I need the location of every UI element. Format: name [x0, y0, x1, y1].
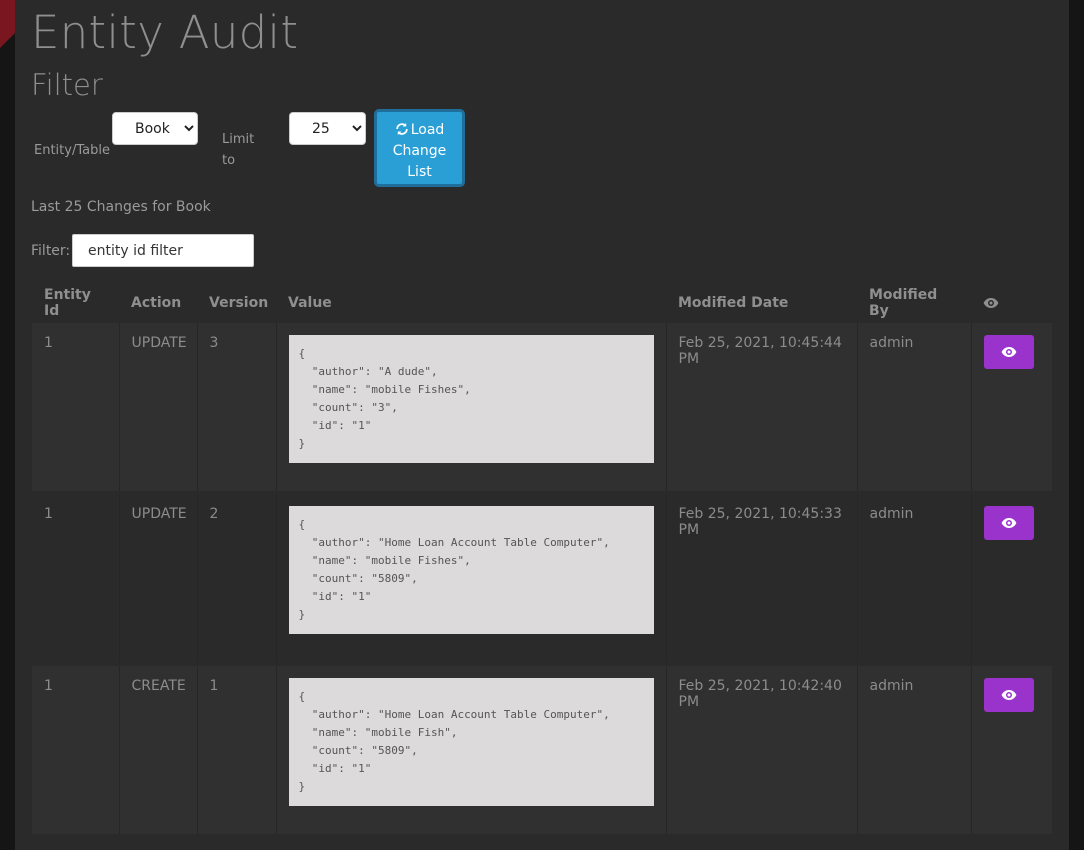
cell-view	[971, 323, 1052, 491]
header-action: Action	[131, 295, 182, 311]
value-json: { "author": "Home Loan Account Table Com…	[288, 506, 654, 634]
eye-icon	[1001, 690, 1016, 700]
header-version: Version	[209, 295, 269, 311]
table-header-row: Entity Id Action Version Value Modified …	[32, 283, 1052, 323]
filter-label: Filter:	[31, 243, 71, 259]
cell-view	[971, 666, 1052, 834]
refresh-icon	[396, 123, 408, 135]
entity-table-label: Entity/Table	[34, 143, 110, 158]
cell-value: { "author": "A dude", "name": "mobile Fi…	[276, 323, 667, 491]
cell-version: 1	[197, 666, 277, 834]
cell-modified-by: admin	[857, 323, 972, 491]
cell-modified-date: Feb 25, 2021, 10:45:33 PM	[666, 494, 858, 663]
filter-heading: Filter	[31, 68, 103, 102]
cell-entity-id: 1	[32, 323, 120, 491]
cell-version: 3	[197, 323, 277, 491]
load-change-list-button[interactable]: Load Change List	[374, 109, 465, 187]
cell-modified-date: Feb 25, 2021, 10:42:40 PM	[666, 666, 858, 834]
header-modified-date: Modified Date	[678, 295, 789, 311]
view-button[interactable]	[983, 678, 1034, 712]
entity-id-filter-input[interactable]	[72, 234, 254, 267]
header-view	[971, 283, 1052, 323]
cell-value: { "author": "Home Loan Account Table Com…	[276, 494, 667, 663]
header-entity-id: Entity Id	[44, 287, 91, 319]
eye-icon	[1001, 518, 1016, 528]
limit-label: Limit to	[222, 132, 255, 168]
cell-entity-id: 1	[32, 494, 120, 663]
table-row: 1 UPDATE 2 { "author": "Home Loan Accoun…	[32, 494, 1052, 663]
main-panel: Entity Audit Filter Entity/Table Book Li…	[15, 0, 1069, 850]
table-row: 1 UPDATE 3 { "author": "A dude", "name":…	[32, 323, 1052, 491]
cell-modified-by: admin	[857, 494, 972, 663]
summary-text: Last 25 Changes for Book	[31, 199, 211, 215]
cell-modified-date: Feb 25, 2021, 10:45:44 PM	[666, 323, 858, 491]
value-json: { "author": "A dude", "name": "mobile Fi…	[288, 335, 654, 463]
view-button[interactable]	[983, 335, 1034, 369]
entity-select[interactable]: Book	[112, 112, 198, 145]
page-title: Entity Audit	[31, 6, 299, 59]
table-row: 1 CREATE 1 { "author": "Home Loan Accoun…	[32, 666, 1052, 834]
cell-action: UPDATE	[119, 323, 198, 491]
value-json: { "author": "Home Loan Account Table Com…	[288, 678, 654, 806]
cell-modified-by: admin	[857, 666, 972, 834]
audit-table: Entity Id Action Version Value Modified …	[32, 283, 1052, 834]
eye-icon	[983, 298, 999, 308]
eye-icon	[1001, 347, 1016, 357]
cell-value: { "author": "Home Loan Account Table Com…	[276, 666, 667, 834]
cell-entity-id: 1	[32, 666, 120, 834]
cell-version: 2	[197, 494, 277, 663]
view-button[interactable]	[983, 506, 1034, 540]
cell-action: UPDATE	[119, 494, 198, 663]
cell-view	[971, 494, 1052, 663]
header-modified-by: Modified By	[869, 287, 938, 319]
limit-select[interactable]: 25	[289, 112, 366, 145]
header-value: Value	[288, 295, 332, 311]
cell-action: CREATE	[119, 666, 198, 834]
